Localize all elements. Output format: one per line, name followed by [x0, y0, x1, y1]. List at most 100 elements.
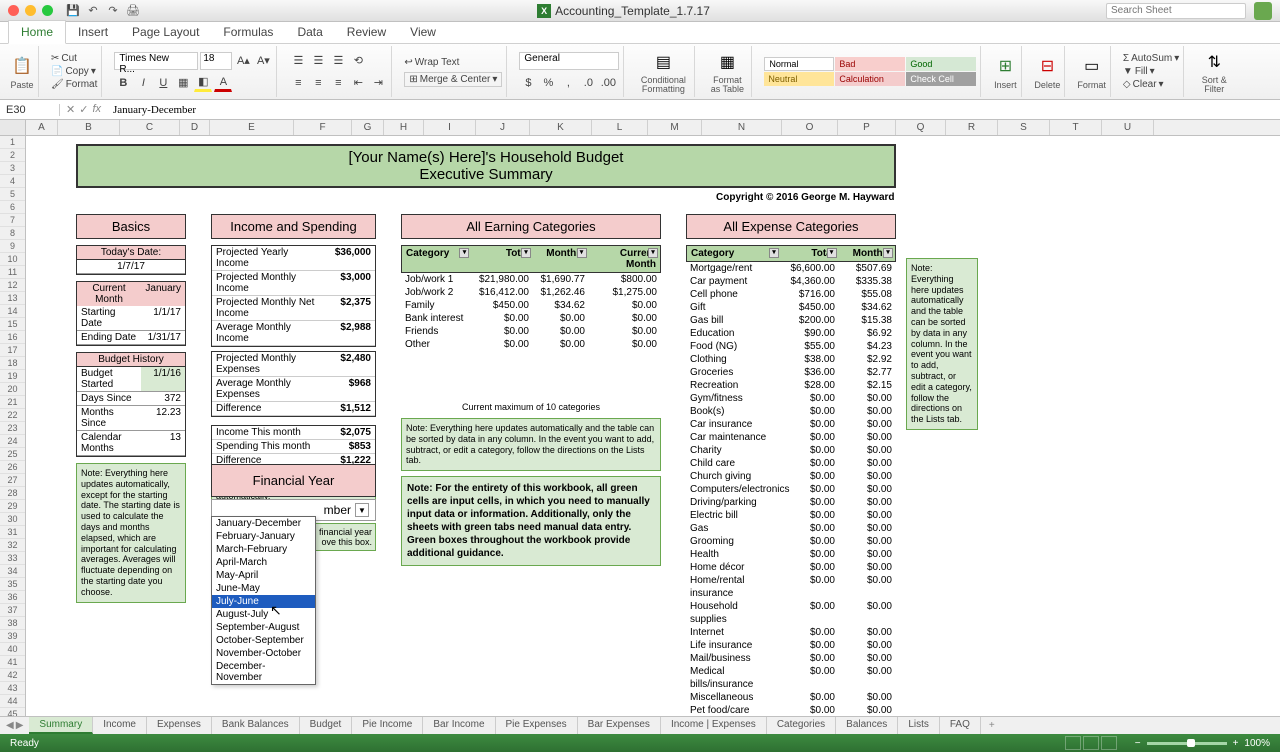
col-header[interactable]: N	[702, 120, 782, 135]
search-wrap[interactable]	[1106, 3, 1246, 19]
row-header[interactable]: 38	[0, 617, 25, 630]
dropdown-option[interactable]: March-February	[212, 543, 315, 556]
clear-button[interactable]: ◇ Clear ▾	[1123, 79, 1164, 90]
align-left-icon[interactable]: ≡	[289, 74, 307, 92]
align-right-icon[interactable]: ≡	[329, 74, 347, 92]
zoom-control[interactable]: − + 100%	[1135, 738, 1270, 749]
table-row[interactable]: Mail/business$0.00$0.00	[686, 652, 896, 665]
table-row[interactable]: Car insurance$0.00$0.00	[686, 418, 896, 431]
table-row[interactable]: Pet food/care$0.00$0.00	[686, 704, 896, 716]
row-header[interactable]: 36	[0, 591, 25, 604]
delete-cells-icon[interactable]: ⊟	[1035, 54, 1059, 78]
print-icon[interactable]: 🖨	[125, 3, 141, 19]
row-header[interactable]: 43	[0, 682, 25, 695]
cond-fmt-icon[interactable]: ▤	[651, 50, 675, 74]
indent-dec-icon[interactable]: ⇤	[349, 74, 367, 92]
row-header[interactable]: 21	[0, 396, 25, 409]
earning-table-header[interactable]: Category▾ Total▾ Monthly▾ Current Month▾	[401, 245, 661, 273]
tab-insert[interactable]: Insert	[66, 21, 120, 43]
sort-filter-icon[interactable]: ⇅	[1202, 50, 1226, 74]
chevron-down-icon[interactable]: ▼	[355, 503, 369, 517]
row-header[interactable]: 16	[0, 331, 25, 344]
tab-home[interactable]: Home	[8, 20, 66, 44]
table-row[interactable]: Life insurance$0.00$0.00	[686, 639, 896, 652]
formula-input[interactable]: January-December	[107, 104, 1280, 116]
col-header[interactable]: K	[530, 120, 592, 135]
row-header[interactable]: 33	[0, 552, 25, 565]
table-row[interactable]: Gas bill$200.00$15.38	[686, 314, 896, 327]
row-header[interactable]: 1	[0, 136, 25, 149]
search-input[interactable]	[1106, 3, 1246, 19]
table-row[interactable]: Cell phone$716.00$55.08	[686, 288, 896, 301]
format-painter-button[interactable]: 🖌 Format	[51, 79, 97, 90]
dropdown-option[interactable]: April-March	[212, 556, 315, 569]
row-header[interactable]: 13	[0, 292, 25, 305]
table-row[interactable]: Job/work 1$21,980.00$1,690.77$800.00	[401, 273, 661, 286]
window-controls[interactable]	[8, 5, 53, 16]
table-row[interactable]: Church giving$0.00$0.00	[686, 470, 896, 483]
row-header[interactable]: 4	[0, 175, 25, 188]
bold-button[interactable]: B	[114, 74, 132, 92]
col-header[interactable]: D	[180, 120, 210, 135]
row-header[interactable]: 7	[0, 214, 25, 227]
col-header[interactable]: R	[946, 120, 998, 135]
align-bot-icon[interactable]: ☰	[329, 52, 347, 70]
table-row[interactable]: Bank interest$0.00$0.00$0.00	[401, 312, 661, 325]
table-row[interactable]: Groceries$36.00$2.77	[686, 366, 896, 379]
style-good[interactable]: Good	[906, 57, 976, 71]
table-row[interactable]: Household supplies$0.00$0.00	[686, 600, 896, 626]
row-header[interactable]: 28	[0, 487, 25, 500]
style-normal[interactable]: Normal	[764, 57, 834, 71]
name-box[interactable]: E30	[0, 104, 60, 116]
row-header[interactable]: 40	[0, 643, 25, 656]
row-header[interactable]: 23	[0, 422, 25, 435]
row-header[interactable]: 12	[0, 279, 25, 292]
col-header[interactable]: M	[648, 120, 702, 135]
align-mid-icon[interactable]: ☰	[309, 52, 327, 70]
table-row[interactable]: Education$90.00$6.92	[686, 327, 896, 340]
table-row[interactable]: Grooming$0.00$0.00	[686, 535, 896, 548]
cut-button[interactable]: ✂ Cut	[51, 53, 77, 64]
table-row[interactable]: Charity$0.00$0.00	[686, 444, 896, 457]
row-header[interactable]: 37	[0, 604, 25, 617]
row-header[interactable]: 17	[0, 344, 25, 357]
table-row[interactable]: Miscellaneous$0.00$0.00	[686, 691, 896, 704]
row-header[interactable]: 42	[0, 669, 25, 682]
autosum-button[interactable]: Σ AutoSum ▾	[1123, 53, 1179, 64]
row-header[interactable]: 19	[0, 370, 25, 383]
table-row[interactable]: Other$0.00$0.00$0.00	[401, 338, 661, 351]
table-row[interactable]: Recreation$28.00$2.15	[686, 379, 896, 392]
row-header[interactable]: 31	[0, 526, 25, 539]
align-top-icon[interactable]: ☰	[289, 52, 307, 70]
style-checkcell[interactable]: Check Cell	[906, 72, 976, 86]
font-select[interactable]: Times New R...	[114, 52, 198, 70]
share-button[interactable]	[1254, 2, 1272, 20]
font-color-button[interactable]: A	[214, 74, 232, 92]
col-header[interactable]: E	[210, 120, 294, 135]
table-row[interactable]: Car payment$4,360.00$335.38	[686, 275, 896, 288]
row-header[interactable]: 32	[0, 539, 25, 552]
tab-formulas[interactable]: Formulas	[211, 21, 285, 43]
col-header[interactable]: A	[26, 120, 58, 135]
row-header[interactable]: 29	[0, 500, 25, 513]
col-header[interactable]: U	[1102, 120, 1154, 135]
dropdown-option[interactable]: October-September	[212, 634, 315, 647]
table-row[interactable]: Health$0.00$0.00	[686, 548, 896, 561]
table-row[interactable]: Computers/electronics$0.00$0.00	[686, 483, 896, 496]
dropdown-option[interactable]: September-August	[212, 621, 315, 634]
fmt-table-icon[interactable]: ▦	[715, 50, 739, 74]
fill-button[interactable]: ▼ Fill ▾	[1123, 66, 1155, 77]
merge-button[interactable]: ⊞ Merge & Center ▾	[404, 72, 502, 87]
dropdown-option[interactable]: June-May	[212, 582, 315, 595]
table-row[interactable]: Driving/parking$0.00$0.00	[686, 496, 896, 509]
view-buttons[interactable]	[1065, 736, 1117, 750]
underline-button[interactable]: U	[154, 74, 172, 92]
add-sheet-button[interactable]: +	[981, 720, 1003, 731]
row-header[interactable]: 24	[0, 435, 25, 448]
italic-button[interactable]: I	[134, 74, 152, 92]
table-row[interactable]: Gas$0.00$0.00	[686, 522, 896, 535]
insert-cells-icon[interactable]: ⊞	[993, 54, 1017, 78]
style-bad[interactable]: Bad	[835, 57, 905, 71]
dropdown-option[interactable]: May-April	[212, 569, 315, 582]
row-header[interactable]: 45	[0, 708, 25, 716]
